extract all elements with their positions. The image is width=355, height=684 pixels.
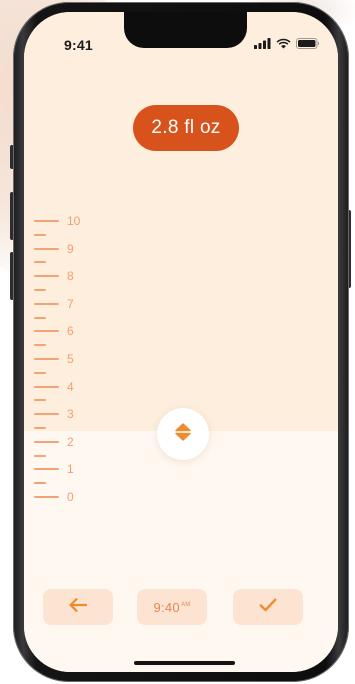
confirm-button[interactable] [233, 589, 303, 625]
ruler-label: 4 [67, 379, 74, 394]
ruler-major-tick [34, 358, 59, 360]
ruler-major-tick [34, 220, 59, 222]
ruler-major-tick [34, 247, 59, 250]
ruler-major-tick [34, 468, 59, 471]
ruler-major-tick [34, 302, 59, 305]
ruler-label: 3 [67, 407, 74, 422]
status-icons [254, 36, 320, 54]
wifi-icon [276, 36, 291, 54]
ruler-label: 5 [67, 352, 74, 366]
battery-icon [296, 36, 320, 54]
ruler-minor-tick [34, 233, 46, 236]
ruler-minor-tick [34, 482, 46, 485]
level-drag-handle[interactable] [157, 408, 209, 460]
time-suffix: AM [180, 602, 191, 608]
arrow-left-icon [69, 597, 88, 617]
volume-ruler: 10 9 8 7 6 5 4 3 2 1 0 [24, 12, 124, 672]
ruler-major-tick [34, 496, 59, 498]
cellular-signal-icon [254, 36, 271, 54]
ruler-minor-tick [34, 289, 46, 291]
time-value: 9:40 [153, 599, 180, 615]
notch [124, 12, 247, 48]
ruler-major-tick [34, 385, 59, 388]
scene: 9:41 2.8 fl oz 10 9 8 7 6 5 4 3 2 1 0 9:… [0, 0, 355, 684]
ruler-minor-tick [34, 454, 46, 457]
ruler-label: 1 [67, 462, 74, 477]
up-down-chevrons-icon [174, 422, 192, 447]
ruler-label: 10 [67, 214, 81, 228]
ruler-minor-tick [34, 344, 46, 347]
phone-screen: 9:41 2.8 fl oz 10 9 8 7 6 5 4 3 2 1 0 9:… [24, 12, 338, 672]
amount-badge: 2.8 fl oz [133, 105, 239, 151]
ruler-label: 0 [67, 490, 74, 504]
ruler-label: 6 [67, 324, 74, 339]
ruler-minor-tick [34, 261, 46, 264]
ruler-label: 2 [67, 434, 74, 449]
home-indicator [134, 661, 235, 665]
ruler-minor-tick [34, 371, 46, 374]
checkmark-icon [259, 598, 277, 617]
back-button[interactable] [43, 589, 113, 625]
phone-frame: 9:41 2.8 fl oz 10 9 8 7 6 5 4 3 2 1 0 9:… [13, 2, 349, 682]
ruler-label: 8 [67, 269, 74, 284]
ruler-major-tick [34, 413, 59, 416]
ruler-label: 7 [67, 296, 74, 311]
ruler-major-tick [34, 330, 59, 333]
ruler-minor-tick [34, 427, 46, 429]
ruler-minor-tick [34, 399, 46, 402]
time-picker-button[interactable]: 9:40 AM [137, 589, 207, 625]
ruler-label: 9 [67, 241, 74, 256]
ruler-minor-tick [34, 316, 46, 319]
amount-value: 2.8 fl oz [151, 117, 221, 138]
ruler-major-tick [34, 440, 59, 443]
ruler-major-tick [34, 275, 59, 278]
